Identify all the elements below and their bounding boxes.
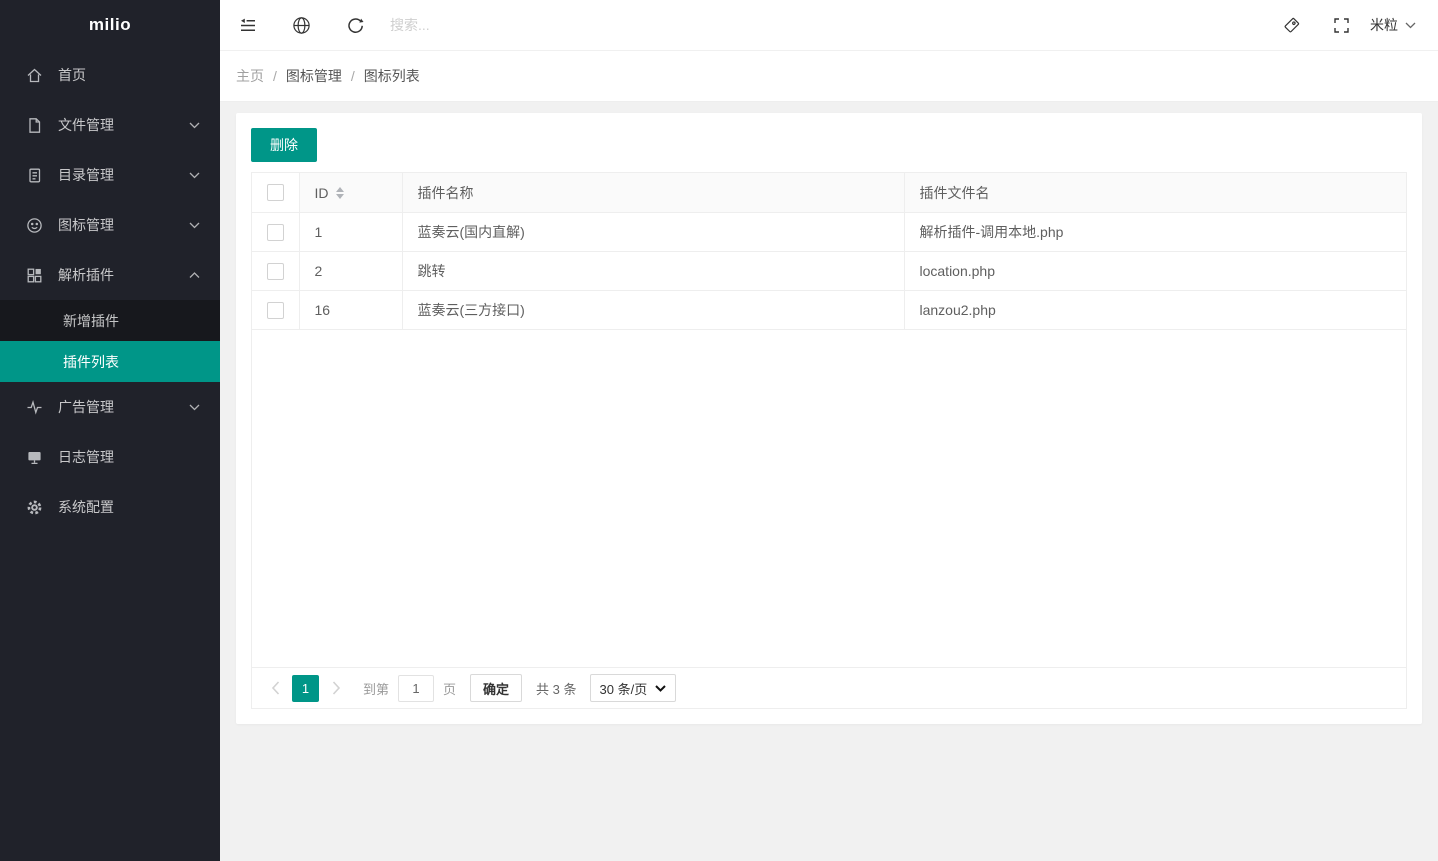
column-header-id: ID [315, 185, 329, 201]
cell-plugin-file: location.php [904, 252, 1406, 291]
plugin-table: ID 插件名称 插件文件名 1 蓝奏云(国内直解) 解析插件-调用本地.php … [251, 172, 1407, 709]
sidebar-item-plugin[interactable]: 解析插件 [0, 250, 220, 300]
row-checkbox[interactable] [267, 263, 284, 280]
page-unit-label: 页 [443, 679, 456, 698]
tag-icon[interactable] [1266, 0, 1316, 50]
total-count: 共 3 条 [536, 679, 576, 698]
chevron-down-icon [189, 404, 200, 411]
cell-plugin-file: lanzou2.php [904, 291, 1406, 330]
goto-label: 到第 [363, 679, 389, 698]
table-row: 2 跳转 location.php [252, 252, 1406, 291]
sidebar-item-system[interactable]: 系统配置 [0, 482, 220, 532]
cell-plugin-name: 蓝奏云(三方接口) [402, 291, 904, 330]
table-row: 16 蓝奏云(三方接口) lanzou2.php [252, 291, 1406, 330]
confirm-button[interactable]: 确定 [470, 674, 522, 702]
sidebar-subitem-plugin-add[interactable]: 新增插件 [0, 300, 220, 341]
sidebar-item-catalog[interactable]: 目录管理 [0, 150, 220, 200]
sidebar-subitem-plugin-list[interactable]: 插件列表 [0, 341, 220, 382]
cell-id: 2 [299, 252, 402, 291]
sidebar-item-label: 日志管理 [58, 447, 200, 467]
sidebar-item-label: 系统配置 [58, 497, 200, 517]
search-input[interactable] [390, 17, 610, 33]
content-area: 删除 ID 插件名称 [220, 102, 1438, 861]
next-page-icon[interactable] [328, 675, 344, 701]
monitor-icon [26, 449, 43, 466]
app-logo: milio [0, 0, 220, 50]
sidebar-item-label: 解析插件 [58, 265, 189, 285]
row-checkbox[interactable] [267, 224, 284, 241]
cell-id: 1 [299, 213, 402, 252]
row-checkbox[interactable] [267, 302, 284, 319]
sidebar-item-label: 图标管理 [58, 215, 189, 235]
sidebar-item-label: 目录管理 [58, 165, 189, 185]
sidebar-item-ad[interactable]: 广告管理 [0, 382, 220, 432]
sidebar-item-label: 文件管理 [58, 115, 189, 135]
globe-icon[interactable] [274, 0, 328, 50]
table-header-row: ID 插件名称 插件文件名 [252, 173, 1406, 213]
page-number-current[interactable]: 1 [292, 675, 319, 702]
prev-page-icon[interactable] [267, 675, 283, 701]
cell-id: 16 [299, 291, 402, 330]
user-menu[interactable]: 米粒 [1366, 15, 1420, 35]
table-row: 1 蓝奏云(国内直解) 解析插件-调用本地.php [252, 213, 1406, 252]
gear-icon [26, 499, 43, 516]
chevron-down-icon [1405, 22, 1416, 29]
sidebar-nav: 首页文件管理目录管理图标管理解析插件新增插件插件列表广告管理日志管理系统配置 [0, 50, 220, 861]
cell-plugin-file: 解析插件-调用本地.php [904, 213, 1406, 252]
chevron-down-icon [655, 685, 666, 692]
chevron-down-icon [189, 222, 200, 229]
topbar-right: 米粒 [1266, 0, 1438, 50]
plugin-icon [26, 267, 43, 284]
home-icon [26, 67, 43, 84]
topbar: 米粒 [220, 0, 1438, 51]
sidebar-item-home[interactable]: 首页 [0, 50, 220, 100]
smiley-icon [26, 217, 43, 234]
file-icon [26, 117, 43, 134]
refresh-icon[interactable] [328, 0, 382, 50]
breadcrumb-current: 图标列表 [364, 66, 420, 86]
chevron-down-icon [189, 172, 200, 179]
delete-button[interactable]: 删除 [251, 128, 317, 162]
pagination: 1 到第 页 确定 共 3 条 30 条/页 [252, 667, 1406, 708]
main-area: 米粒 主页 / 图标管理 / 图标列表 删除 [220, 0, 1438, 861]
chevron-up-icon [189, 272, 200, 279]
cell-plugin-name: 蓝奏云(国内直解) [402, 213, 904, 252]
sidebar-item-label: 广告管理 [58, 397, 189, 417]
sidebar-item-file[interactable]: 文件管理 [0, 100, 220, 150]
column-header-name: 插件名称 [402, 173, 904, 213]
catalog-icon [26, 167, 43, 184]
table-empty-space [252, 330, 1406, 667]
breadcrumb-separator: / [351, 68, 355, 84]
sidebar: milio 首页文件管理目录管理图标管理解析插件新增插件插件列表广告管理日志管理… [0, 0, 220, 861]
breadcrumb-section: 图标管理 [286, 66, 342, 86]
column-header-file: 插件文件名 [904, 173, 1406, 213]
sort-icon[interactable] [336, 187, 344, 199]
sidebar-item-log[interactable]: 日志管理 [0, 432, 220, 482]
page-size-select[interactable]: 30 条/页 [590, 674, 677, 702]
page-size-value: 30 条/页 [600, 679, 648, 698]
breadcrumb: 主页 / 图标管理 / 图标列表 [220, 51, 1438, 102]
table-body: 1 蓝奏云(国内直解) 解析插件-调用本地.php 2 跳转 location.… [252, 213, 1406, 330]
breadcrumb-home[interactable]: 主页 [236, 66, 264, 86]
sidebar-item-icon[interactable]: 图标管理 [0, 200, 220, 250]
cell-plugin-name: 跳转 [402, 252, 904, 291]
goto-page-input[interactable] [398, 675, 434, 702]
ad-pulse-icon [26, 399, 43, 416]
breadcrumb-separator: / [273, 68, 277, 84]
collapse-menu-icon[interactable] [220, 0, 274, 50]
sidebar-item-label: 首页 [58, 65, 200, 85]
fullscreen-icon[interactable] [1316, 0, 1366, 50]
select-all-checkbox[interactable] [267, 184, 284, 201]
plugin-list-card: 删除 ID 插件名称 [236, 113, 1422, 724]
submenu-plugin: 新增插件插件列表 [0, 300, 220, 382]
username: 米粒 [1370, 15, 1398, 35]
chevron-down-icon [189, 122, 200, 129]
